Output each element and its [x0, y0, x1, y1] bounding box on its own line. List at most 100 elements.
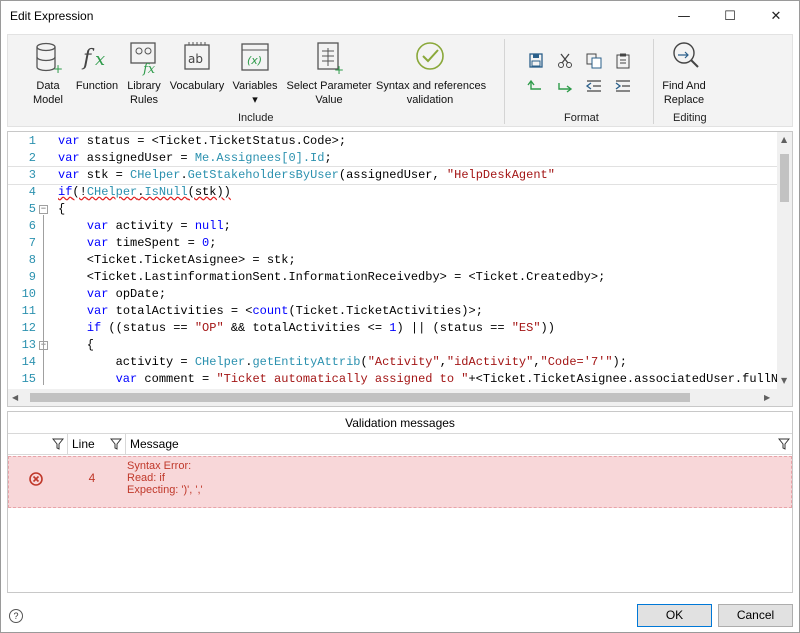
code-token: && totalActivities <= — [223, 321, 390, 335]
svg-text:ab: ab — [188, 52, 203, 66]
code-line[interactable]: 2 var assignedUser = Me.Assignees[0].Id; — [8, 150, 778, 167]
vocabulary-button[interactable]: ab Vocabulary — [168, 39, 226, 93]
code-token: )) — [540, 321, 555, 335]
library-rules-button[interactable]: fx Library Rules — [124, 39, 164, 107]
syntax-validation-label: Syntax and references validation — [376, 80, 487, 106]
outdent-icon[interactable] — [585, 78, 603, 94]
ok-button[interactable]: OK — [637, 604, 712, 627]
cancel-button[interactable]: Cancel — [718, 604, 793, 627]
horizontal-scroll-thumb[interactable] — [30, 393, 690, 402]
icon-column-header — [8, 434, 68, 454]
code-text: <Ticket.TicketAsignee> = stk; — [58, 252, 296, 269]
minimize-button[interactable]: — — [661, 1, 707, 32]
code-token: { — [58, 338, 95, 352]
line-column-header[interactable]: Line — [68, 434, 126, 454]
find-and-replace-button[interactable]: Find And Replace — [658, 39, 710, 107]
code-token: IsNull — [144, 185, 188, 199]
line-number: 10 — [21, 287, 36, 301]
vertical-scroll-thumb[interactable] — [780, 154, 789, 202]
code-token: null — [194, 219, 224, 233]
code-token: "Activity" — [367, 355, 440, 369]
code-line[interactable]: 14 activity = CHelper.getEntityAttrib("A… — [8, 354, 778, 371]
code-token: var — [58, 134, 80, 148]
code-editor[interactable]: 1 var status = <Ticket.TicketStatus.Code>… — [7, 131, 793, 407]
code-token: ( — [360, 355, 368, 369]
maximize-button[interactable]: ☐ — [707, 1, 753, 32]
library-rules-icon: fx — [127, 39, 161, 77]
line-number: 2 — [28, 151, 36, 165]
window-title: Edit Expression — [10, 9, 94, 23]
syntax-validation-button[interactable]: Syntax and references validation — [376, 39, 487, 107]
code-line[interactable]: 7 var timeSpent = 0; — [8, 235, 778, 252]
message-column-header[interactable]: Message — [126, 434, 792, 454]
close-button[interactable]: ✕ — [753, 1, 799, 32]
code-token: "idActivity" — [446, 355, 534, 369]
code-line[interactable]: 6 var activity = null; — [8, 218, 778, 235]
code-token: ; — [209, 236, 217, 250]
code-token: if — [86, 321, 102, 335]
code-token: var — [86, 219, 109, 233]
scroll-left-icon[interactable]: ◀ — [12, 393, 18, 402]
code-token: "ES" — [511, 321, 541, 335]
code-line[interactable]: 13− { — [8, 337, 778, 354]
code-line[interactable]: 11 var totalActivities = <count(Ticket.T… — [8, 303, 778, 320]
paste-icon[interactable] — [614, 53, 632, 69]
code-line[interactable]: 4 if(!CHelper.IsNull(stk)) — [8, 184, 778, 201]
filter-icon[interactable] — [52, 438, 64, 450]
code-line[interactable]: 10 var opDate; — [8, 286, 778, 303]
line-number: 4 — [28, 185, 36, 199]
copy-icon[interactable] — [585, 53, 603, 69]
line-number: 8 — [28, 253, 36, 267]
save-icon[interactable] — [527, 53, 545, 69]
code-line[interactable]: 8 <Ticket.TicketAsignee> = stk; — [8, 252, 778, 269]
cut-icon[interactable] — [556, 53, 574, 69]
select-parameter-value-button[interactable]: + Select Parameter Value — [284, 39, 374, 107]
scroll-up-icon[interactable]: ▲ — [781, 135, 787, 144]
horizontal-scrollbar[interactable]: ◀ ▶ — [8, 389, 778, 406]
filter-icon[interactable] — [110, 438, 122, 450]
code-line[interactable]: 5− { — [8, 201, 778, 218]
select-parameter-icon: + — [312, 39, 346, 77]
undo-icon[interactable] — [527, 78, 545, 94]
code-line[interactable]: 15 var comment = "Ticket automatically a… — [8, 371, 778, 388]
vertical-scrollbar[interactable]: ▲ ▼ — [777, 132, 792, 390]
code-token: comment = — [137, 372, 217, 386]
line-number: 6 — [28, 219, 36, 233]
code-line[interactable]: 1 var status = <Ticket.TicketStatus.Code>… — [8, 133, 778, 150]
scroll-right-icon[interactable]: ▶ — [764, 393, 770, 402]
code-token: opDate; — [108, 287, 167, 301]
line-header-label: Line — [72, 437, 95, 451]
ribbon-separator — [653, 39, 654, 124]
function-button[interactable]: fx Function — [74, 39, 120, 93]
line-number: 3 — [28, 168, 36, 182]
code-token: "HelpDeskAgent" — [446, 168, 555, 182]
code-area[interactable]: 1 var status = <Ticket.TicketStatus.Code>… — [8, 132, 778, 390]
variables-dropdown-icon[interactable]: ▾ — [252, 94, 258, 106]
fold-toggle-icon[interactable]: − — [39, 205, 48, 214]
code-token: (Ticket.TicketActivities)>; — [288, 304, 483, 318]
data-model-button[interactable]: + Data Model — [28, 39, 68, 107]
code-token: ) || (status == — [396, 321, 512, 335]
line-number: 9 — [28, 270, 36, 284]
code-line[interactable]: 3 var stk = CHelper.GetStakeholdersByUser… — [8, 166, 778, 185]
line-number: 5 — [28, 202, 36, 216]
code-text: <Ticket.LastinformationSent.InformationR… — [58, 269, 606, 286]
code-text: if ((status == "OP" && totalActivities <… — [58, 320, 555, 337]
help-icon[interactable]: ? — [9, 609, 23, 623]
svg-text:fx: fx — [142, 62, 156, 77]
redo-icon[interactable] — [556, 78, 574, 94]
code-token: CHelper — [194, 355, 246, 369]
scroll-down-icon[interactable]: ▼ — [781, 376, 787, 385]
indent-icon[interactable] — [614, 78, 632, 94]
code-line[interactable]: 9 <Ticket.LastinformationSent.Informatio… — [8, 269, 778, 286]
code-token: (stk)) — [187, 185, 231, 199]
validation-header: Line Message — [8, 434, 792, 455]
code-token: stk = — [79, 168, 131, 182]
table-row[interactable]: 4 Syntax Error: Read: if Expecting: ')',… — [8, 456, 792, 508]
variables-button[interactable]: (x) Variables ▾ — [230, 39, 280, 107]
code-token: activity = — [58, 355, 195, 369]
filter-icon[interactable] — [778, 438, 790, 450]
code-line[interactable]: 12 if ((status == "OP" && totalActivitie… — [8, 320, 778, 337]
